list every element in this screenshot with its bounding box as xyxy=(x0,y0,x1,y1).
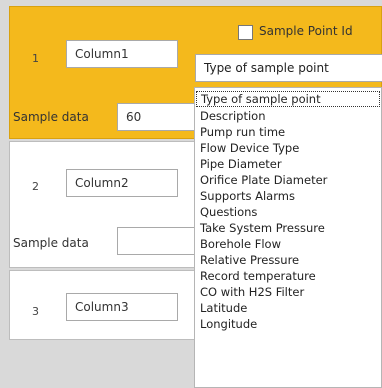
column-name-input[interactable]: Column1 xyxy=(66,40,178,68)
dropdown-option[interactable]: Longitude xyxy=(195,316,381,332)
sample-point-type-select[interactable]: Type of sample point xyxy=(195,54,382,82)
dropdown-option[interactable]: Record temperature xyxy=(195,268,381,284)
dropdown-option[interactable]: Pipe Diameter xyxy=(195,156,381,172)
dropdown-option[interactable]: Type of sample point xyxy=(196,91,380,107)
row-number: 2 xyxy=(32,180,39,193)
dropdown-option[interactable]: Supports Alarms xyxy=(195,188,381,204)
row-number: 1 xyxy=(32,52,39,65)
dropdown-option[interactable]: Questions xyxy=(195,204,381,220)
dropdown-option[interactable]: CO with H2S Filter xyxy=(195,284,381,300)
dropdown-option[interactable]: Latitude xyxy=(195,300,381,316)
sample-data-input[interactable] xyxy=(117,227,199,255)
sample-data-label: Sample data xyxy=(13,236,89,250)
dropdown-option[interactable]: Borehole Flow xyxy=(195,236,381,252)
dropdown-option[interactable]: Description xyxy=(195,108,381,124)
sample-data-input[interactable]: 60 xyxy=(117,103,199,131)
dropdown-option[interactable]: Pump run time xyxy=(195,124,381,140)
column-name-input[interactable]: Column3 xyxy=(66,293,178,321)
dropdown-option[interactable]: Orifice Plate Diameter xyxy=(195,172,381,188)
sample-point-type-dropdown-list[interactable]: Type of sample point Description Pump ru… xyxy=(194,87,382,388)
sample-point-id-checkbox[interactable] xyxy=(238,25,253,40)
column-name-input[interactable]: Column2 xyxy=(66,169,178,197)
dropdown-option[interactable]: Flow Device Type xyxy=(195,140,381,156)
sample-point-id-label: Sample Point Id xyxy=(259,24,353,38)
row-number: 3 xyxy=(32,305,39,318)
dropdown-option[interactable]: Relative Pressure xyxy=(195,252,381,268)
dropdown-option[interactable]: Take System Pressure xyxy=(195,220,381,236)
sample-data-label: Sample data xyxy=(13,110,89,124)
